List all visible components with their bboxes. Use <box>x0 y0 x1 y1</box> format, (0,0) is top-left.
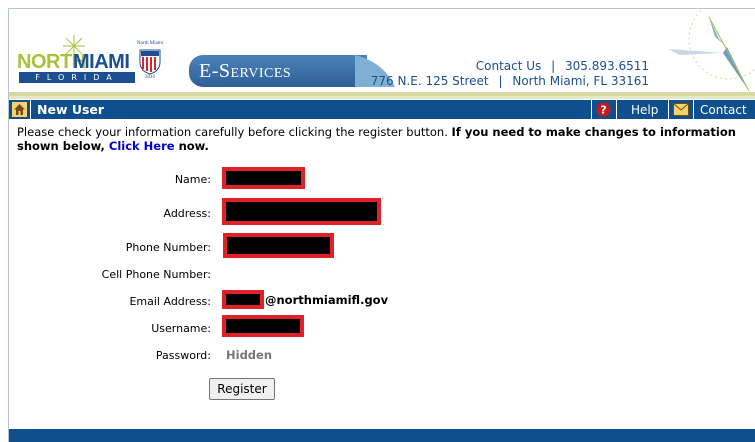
site-header: NORTH MIAMI FLORIDA North Miami 2016 E-S… <box>9 9 755 99</box>
click-here-link[interactable]: Click Here <box>109 139 175 153</box>
password-hidden-value: Hidden <box>226 348 273 362</box>
page-title: New User <box>37 102 105 117</box>
north-miami-logo[interactable]: NORTH MIAMI FLORIDA <box>17 35 137 83</box>
separator: | <box>498 74 503 88</box>
register-button[interactable]: Register <box>209 378 275 400</box>
header-street: 776 N.E. 125 Street <box>370 74 489 88</box>
separator <box>616 100 617 119</box>
city-seal: North Miami 2016 <box>135 41 165 83</box>
header-divider <box>9 96 755 99</box>
intro-tail: now. <box>174 139 209 153</box>
username-label: Username: <box>151 322 211 335</box>
logo-miami: MIAMI <box>73 51 130 73</box>
phone-label: Phone Number: <box>125 241 211 254</box>
contact-us-link[interactable]: Contact Us <box>476 59 542 73</box>
separator <box>668 100 669 119</box>
separator: | <box>551 59 556 73</box>
page-frame: NORTH MIAMI FLORIDA North Miami 2016 E-S… <box>8 8 755 442</box>
intro-text: Please check your information carefully … <box>17 125 452 139</box>
intro-message: Please check your information carefully … <box>17 125 752 153</box>
name-label: Name: <box>174 173 211 186</box>
svg-text:?: ? <box>600 104 606 117</box>
address-label: Address: <box>163 207 211 220</box>
help-icon[interactable]: ? <box>596 102 611 117</box>
email-domain: @northmiamifl.gov <box>265 293 389 307</box>
header-city: North Miami, FL 33161 <box>512 74 649 88</box>
logo-florida: FLORIDA <box>19 72 135 83</box>
separator <box>30 100 31 119</box>
contact-link[interactable]: Contact <box>700 103 747 117</box>
help-link[interactable]: Help <box>631 103 658 117</box>
eservices-label: E-Services <box>199 60 292 82</box>
name-redacted-value <box>222 167 305 189</box>
separator <box>591 100 592 119</box>
header-phone: 305.893.6511 <box>565 59 649 73</box>
email-redacted-value <box>222 290 264 309</box>
page-title-bar: New User ? Help Contact <box>9 100 755 119</box>
password-label: Password: <box>155 349 211 362</box>
username-redacted-value <box>222 315 304 337</box>
contact-info: Contact Us | 305.893.6511 776 N.E. 125 S… <box>369 59 649 89</box>
email-label: Email Address: <box>129 295 211 308</box>
seal-year: 2016 <box>145 75 155 80</box>
eservices-banner: E-Services <box>189 55 395 87</box>
compass-decoration <box>669 9 755 92</box>
phone-redacted-value <box>223 233 334 258</box>
footer-bar <box>9 429 755 442</box>
shield-icon <box>139 49 161 75</box>
cell-phone-label: Cell Phone Number: <box>101 268 211 281</box>
separator <box>693 100 694 119</box>
address-redacted-value <box>222 198 381 225</box>
mail-icon[interactable] <box>673 103 689 116</box>
home-icon[interactable] <box>12 102 27 117</box>
